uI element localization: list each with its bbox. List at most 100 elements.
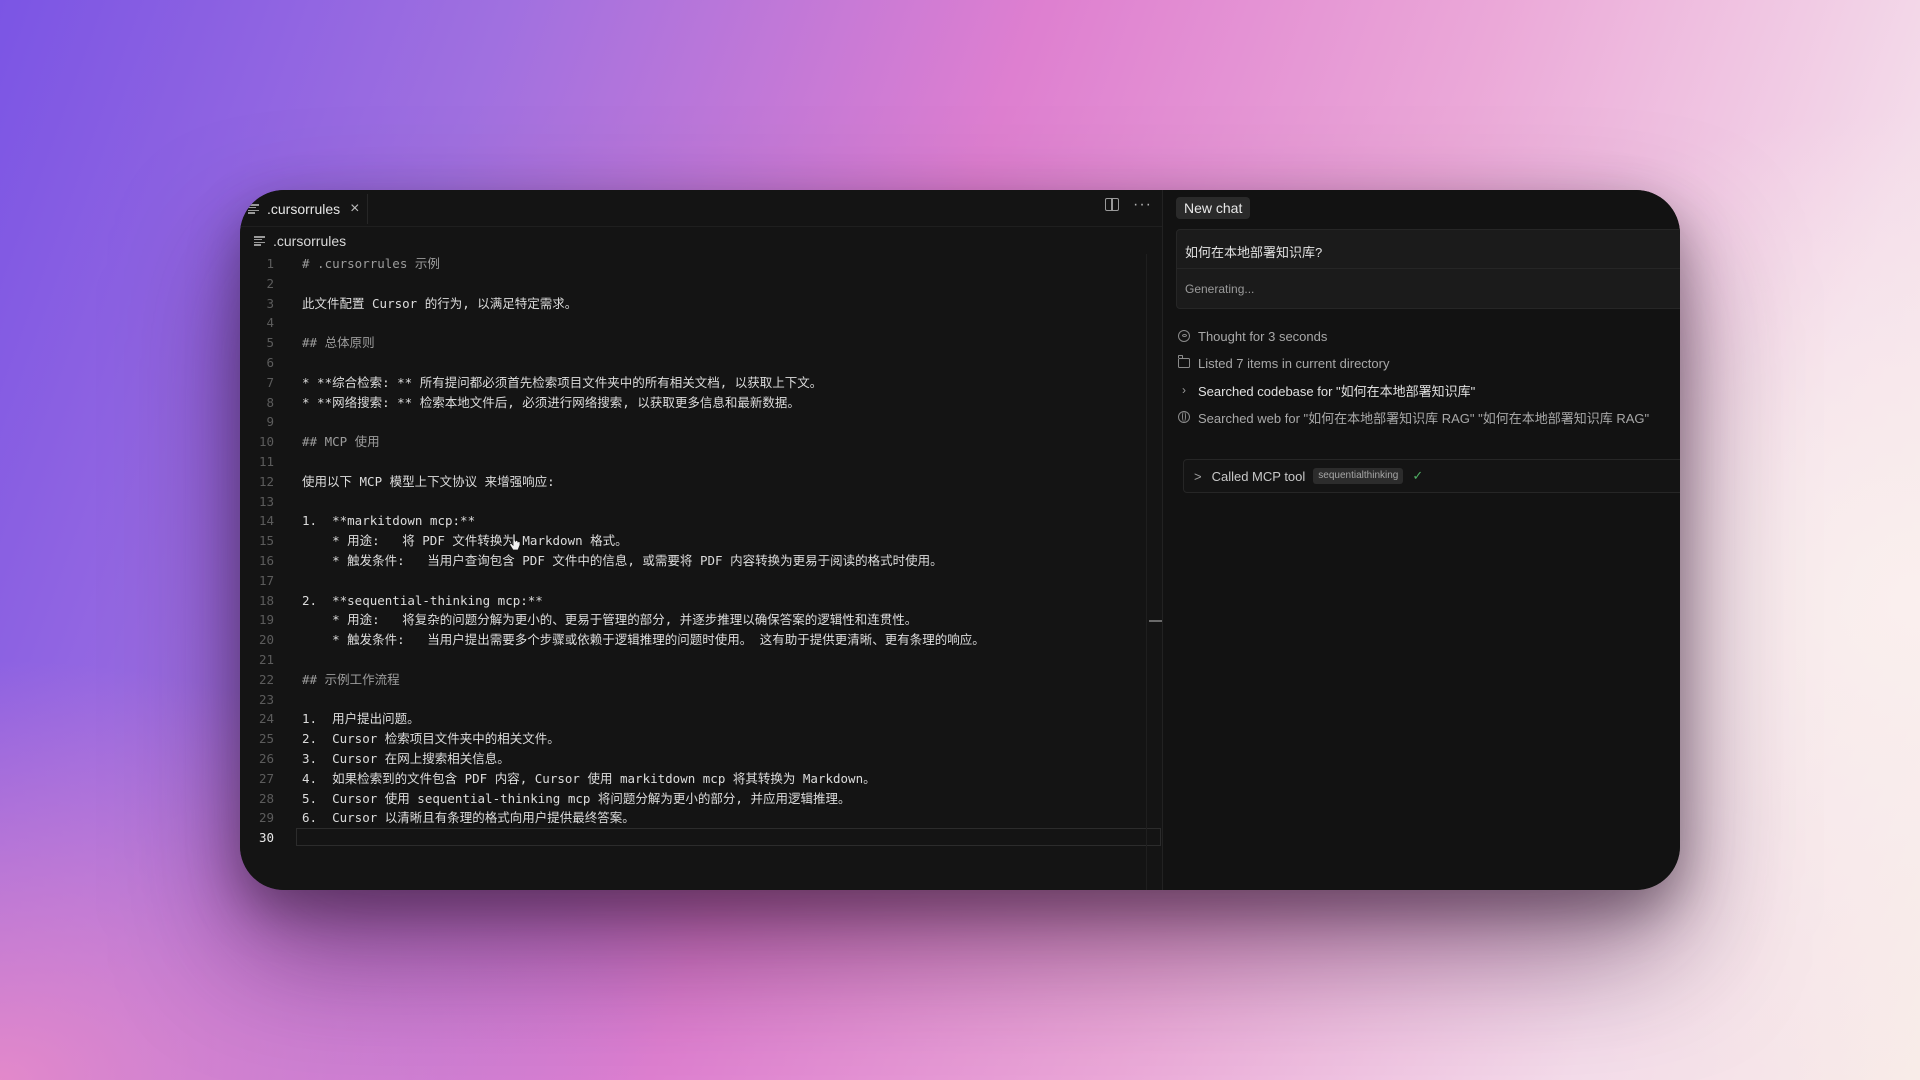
code-line[interactable]: 5 ## 总体原则	[240, 333, 1162, 353]
line-number: 17	[258, 572, 274, 588]
brain-icon	[1178, 330, 1190, 342]
step-thought-label: Thought for 3 seconds	[1198, 328, 1328, 344]
check-icon: ✓	[1412, 468, 1424, 483]
generating-status: Generating...	[1185, 282, 1255, 296]
current-line-highlight	[296, 828, 1161, 847]
line-number: 16	[258, 552, 274, 568]
step-searched-web[interactable]: Searched web for "如何在本地部署知识库 RAG" "如何在本地…	[1178, 408, 1649, 426]
line-number: 5	[266, 335, 274, 351]
tab-label: .cursorrules	[267, 201, 341, 217]
code-line[interactable]: 9	[240, 412, 1162, 432]
code-line[interactable]: 3 此文件配置 Cursor 的行为, 以满足特定需求。	[240, 294, 1162, 314]
line-text: # .cursorrules 示例	[302, 256, 440, 271]
code-line[interactable]: 30	[240, 828, 1162, 848]
code-line[interactable]: 8 * **网络搜索: ** 检索本地文件后, 必须进行网络搜索, 以获取更多信息…	[240, 393, 1162, 413]
code-area[interactable]: 1 # .cursorrules 示例 2 3 此文件配置 Cursor 的行为, 以满…	[240, 254, 1162, 848]
line-text: 4. 如果检索到的文件包含 PDF 内容, Cursor 使用 markitdo…	[302, 770, 876, 786]
mcp-tool-label: Called MCP tool	[1211, 468, 1306, 484]
code-line[interactable]: 10 ## MCP 使用	[240, 432, 1162, 452]
code-line[interactable]: 24 1. 用户提出问题。	[240, 709, 1162, 729]
prompt-divider	[1177, 268, 1680, 269]
split-editor-icon[interactable]	[1105, 198, 1120, 211]
code-line[interactable]: 22 ## 示例工作流程	[240, 670, 1162, 690]
step-listed-label: Listed 7 items in current directory	[1198, 355, 1390, 371]
code-line[interactable]: 18 2. **sequential-thinking mcp:**	[240, 591, 1162, 611]
code-line[interactable]: 20 * 触发条件: 当用户提出需要多个步骤或依赖于逻辑推理的问题时使用。 这有…	[240, 630, 1162, 650]
line-number: 23	[258, 691, 274, 707]
line-number: 6	[266, 354, 274, 370]
line-number: 9	[266, 414, 274, 430]
code-line[interactable]: 6	[240, 353, 1162, 373]
code-line[interactable]: 19 * 用途: 将复杂的问题分解为更小的、更易于管理的部分, 并逐步推理以确保…	[240, 610, 1162, 630]
line-number: 13	[258, 493, 274, 509]
code-line[interactable]: 2	[240, 274, 1162, 294]
app-window: .cursorrules × ··· .cursorrules 1 # .curs…	[240, 190, 1680, 890]
globe-icon	[1178, 411, 1190, 423]
code-line[interactable]: 12 使用以下 MCP 模型上下文协议 来增强响应:	[240, 472, 1162, 492]
line-text: 使用以下 MCP 模型上下文协议 来增强响应:	[302, 473, 555, 489]
line-text: 2. Cursor 检索项目文件夹中的相关文件。	[302, 731, 560, 747]
line-text: * **综合检索: ** 所有提问都必须首先检索项目文件夹中的所有相关文档, 以…	[302, 374, 823, 390]
line-number: 3	[266, 295, 274, 311]
line-number: 25	[258, 731, 274, 747]
line-number: 10	[258, 434, 274, 450]
line-number: 27	[258, 770, 274, 786]
code-line[interactable]: 7 * **综合检索: ** 所有提问都必须首先检索项目文件夹中的所有相关文档, …	[240, 373, 1162, 393]
line-number: 21	[258, 651, 274, 667]
code-line[interactable]: 23	[240, 690, 1162, 710]
line-number: 18	[258, 592, 274, 608]
editor-tab-cursorrules[interactable]: .cursorrules ×	[248, 194, 608, 224]
more-actions-icon[interactable]: ···	[1133, 196, 1152, 212]
line-number: 1	[266, 256, 274, 271]
line-text: ## 示例工作流程	[302, 671, 400, 687]
line-number: 4	[266, 315, 274, 331]
close-icon[interactable]: ×	[350, 201, 359, 217]
line-number: 14	[258, 513, 274, 529]
code-line[interactable]: 16 * 触发条件: 当用户查询包含 PDF 文件中的信息, 或需要将 PDF …	[240, 551, 1162, 571]
step-listed[interactable]: Listed 7 items in current directory	[1178, 354, 1389, 372]
code-line[interactable]: 21	[240, 650, 1162, 670]
line-number: 12	[258, 473, 274, 489]
line-text: * 用途: 将复杂的问题分解为更小的、更易于管理的部分, 并逐步推理以确保答案的…	[302, 612, 918, 628]
code-line[interactable]: 27 4. 如果检索到的文件包含 PDF 内容, Cursor 使用 markit…	[240, 769, 1162, 789]
line-number: 19	[258, 612, 274, 628]
code-line[interactable]: 28 5. Cursor 使用 sequential-thinking mcp 将…	[240, 789, 1162, 809]
breadcrumb[interactable]: .cursorrules	[254, 232, 346, 250]
step-thought[interactable]: Thought for 3 seconds	[1178, 327, 1327, 345]
mcp-tool-call[interactable]: > Called MCP tool sequentialthinking ✓	[1183, 459, 1680, 493]
code-line[interactable]: 13	[240, 492, 1162, 512]
line-text: * 用途: 将 PDF 文件转换为 Markdown 格式。	[302, 533, 628, 549]
new-chat-button[interactable]: New chat	[1176, 197, 1251, 219]
line-number: 29	[258, 810, 274, 826]
chat-message-box[interactable]: 如何在本地部署知识库? Generating...	[1176, 229, 1680, 309]
line-number: 26	[258, 750, 274, 766]
line-number: 8	[266, 394, 274, 410]
step-searched-codebase[interactable]: › Searched codebase for "如何在本地部署知识库"	[1178, 381, 1475, 399]
editor-tab-bar: .cursorrules × ···	[240, 190, 1162, 227]
code-line[interactable]: 1 # .cursorrules 示例	[240, 254, 1162, 274]
code-line[interactable]: 29 6. Cursor 以清晰且有条理的格式向用户提供最终答案。	[240, 808, 1162, 828]
code-line[interactable]: 4	[240, 313, 1162, 333]
line-number: 2	[266, 275, 274, 291]
line-text: 5. Cursor 使用 sequential-thinking mcp 将问题…	[302, 790, 851, 806]
code-line[interactable]: 25 2. Cursor 检索项目文件夹中的相关文件。	[240, 729, 1162, 749]
code-line[interactable]: 14 1. **markitdown mcp:**	[240, 511, 1162, 531]
chevron-right-icon: ›	[1182, 383, 1186, 397]
line-text: * 触发条件: 当用户查询包含 PDF 文件中的信息, 或需要将 PDF 内容转…	[302, 552, 943, 568]
line-text: 6. Cursor 以清晰且有条理的格式向用户提供最终答案。	[302, 810, 635, 826]
mouse-pointer-icon	[508, 533, 521, 551]
chevron-right-icon[interactable]: >	[1194, 469, 1202, 484]
code-line[interactable]: 17	[240, 571, 1162, 591]
line-number: 7	[266, 374, 274, 390]
line-number: 24	[258, 711, 274, 727]
line-text: 1. **markitdown mcp:**	[302, 513, 476, 529]
line-text: 此文件配置 Cursor 的行为, 以满足特定需求。	[302, 295, 578, 311]
scrollbar-thumb[interactable]	[1149, 620, 1162, 622]
line-text: * **网络搜索: ** 检索本地文件后, 必须进行网络搜索, 以获取更多信息和…	[302, 394, 800, 410]
line-text: * 触发条件: 当用户提出需要多个步骤或依赖于逻辑推理的问题时使用。 这有助于提…	[302, 632, 985, 648]
folder-icon	[1178, 355, 1190, 368]
code-line[interactable]: 26 3. Cursor 在网上搜索相关信息。	[240, 749, 1162, 769]
code-line[interactable]: 15 * 用途: 将 PDF 文件转换为 Markdown 格式。	[240, 531, 1162, 551]
code-line[interactable]: 11	[240, 452, 1162, 472]
line-text: 1. 用户提出问题。	[302, 711, 420, 727]
